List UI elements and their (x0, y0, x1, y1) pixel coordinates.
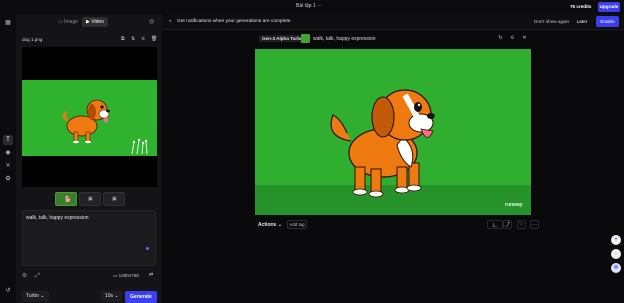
mode-image-tab[interactable]: ▭ Image (54, 17, 82, 27)
prompt-text[interactable]: walk, talk, happy expression (26, 215, 89, 221)
dog-thumb-icon: 🐕 (64, 197, 72, 203)
upgrade-button[interactable]: Upgrade (598, 2, 620, 12)
swap-ratio-icon[interactable]: ⇄ (149, 272, 153, 278)
output-prompt: walk, talk, happy expression (313, 36, 376, 42)
add-icon[interactable]: + (611, 235, 621, 245)
dog-illustration-small (62, 99, 148, 155)
chevron-down-icon: ⌄ (38, 293, 45, 299)
left-rail: ▦ T ◉ ✕ ✿ ↺ (0, 14, 16, 303)
resolution-selector[interactable]: ▭ 1280x768 (113, 273, 139, 279)
file-tools: ⧉ ⇅ ⚟ 🗑 (121, 36, 161, 44)
generate-button[interactable]: Generate (125, 291, 157, 303)
model-select[interactable]: Turbo ⌄ (22, 291, 49, 302)
actions-menu[interactable]: Actions ⌄ (258, 222, 282, 228)
download-icon: ⤓⌄ (492, 222, 498, 228)
more-icon[interactable]: ⋯ (530, 220, 539, 229)
sliders-icon[interactable]: ⚟ (509, 35, 516, 42)
mode-video-tab[interactable]: ▶ Video (82, 17, 108, 27)
chat-icon[interactable]: ◌ (611, 249, 621, 259)
trash-icon[interactable]: 🗑 (151, 36, 157, 42)
dog-illustration-large (255, 89, 531, 215)
tools-icon[interactable]: ✕ (3, 161, 13, 171)
history-icon[interactable]: ↺ (3, 286, 13, 296)
share-icon[interactable]: ⤴ (503, 220, 512, 229)
assistant-icon[interactable]: ✻ (611, 263, 621, 273)
first-frame-thumb[interactable]: 🐕 (55, 192, 77, 206)
grid-icon[interactable]: ▦ (3, 18, 13, 28)
mode-switch: ▭ Image ▶ Video (54, 17, 124, 27)
runway-watermark: runway (505, 202, 523, 208)
add-tag-button[interactable]: Add tag (287, 220, 307, 229)
credits-count: 75 credits (570, 4, 592, 9)
expand-icon[interactable]: ⤢ (35, 272, 44, 281)
settings-icon[interactable]: ✿ (3, 174, 13, 184)
bell-icon: ◔ (168, 19, 172, 25)
crop-icon[interactable]: ⧉ (121, 36, 125, 42)
close-icon[interactable]: ✕ (521, 35, 528, 42)
input-image (22, 80, 157, 156)
last-frame-thumb[interactable]: ▣ (103, 192, 125, 206)
output-thumbnail (301, 34, 310, 43)
image-placeholder-icon: ▣ (112, 196, 117, 202)
text-icon[interactable]: T (3, 135, 13, 145)
file-name: dog 1.png (22, 37, 43, 42)
later-button[interactable]: Later (573, 17, 591, 27)
image-icon[interactable]: ◉ (3, 148, 13, 158)
duration-select[interactable]: 10s ⌄ (101, 291, 122, 302)
output-area: Gen-3 Alpha Turbo walk, talk, happy expr… (163, 31, 624, 303)
dont-show-again-link[interactable]: Don't show again (534, 19, 569, 24)
notification-bar: ◔ Get notifications when your generation… (163, 14, 624, 30)
heart-icon[interactable]: ♡ (517, 220, 526, 229)
settings-sliders-icon[interactable]: ⊜ (22, 272, 31, 281)
model-badge: Gen-3 Alpha Turbo (259, 35, 306, 42)
image-placeholder-icon: ▣ (88, 196, 93, 202)
adjust-icon[interactable]: ⚟ (141, 36, 145, 42)
top-bar: Bài tập 1 ⋯ 75 credits Upgrade (0, 0, 624, 14)
refresh-icon[interactable]: ↻ (497, 35, 504, 42)
output-video[interactable] (255, 49, 531, 215)
chevron-down-icon: ⌄ (276, 222, 282, 228)
prompt-status-dot (146, 247, 149, 250)
enable-button[interactable]: Enable (596, 16, 619, 27)
output-header: Gen-3 Alpha Turbo walk, talk, happy expr… (255, 34, 531, 46)
eye-icon[interactable]: ◎ (149, 18, 154, 25)
middle-frame-thumb[interactable]: ▣ (79, 192, 101, 206)
project-title[interactable]: Bài tập 1 ⋯ (296, 3, 322, 9)
chevron-down-icon: ⌄ (113, 293, 119, 299)
swap-icon[interactable]: ⇅ (131, 36, 135, 42)
frame-selector: 🐕 ▣ ▣ (55, 192, 125, 206)
notification-text: Get notifications when your generations … (177, 19, 292, 24)
download-button[interactable]: ⤓⌄ (487, 220, 503, 229)
